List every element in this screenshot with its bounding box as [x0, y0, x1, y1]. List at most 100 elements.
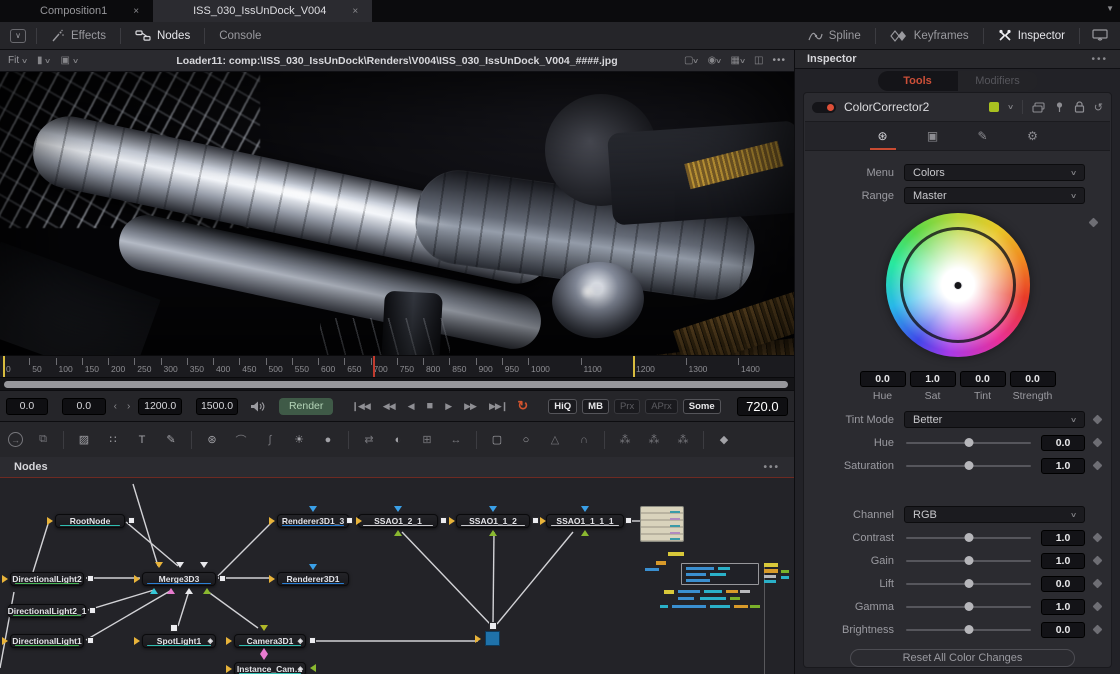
graph-node-small[interactable] [485, 631, 500, 646]
port-square[interactable] [625, 517, 632, 524]
keyframe-diamond[interactable] [1092, 532, 1103, 543]
gamma-value[interactable]: 1.0 [1041, 598, 1085, 615]
keyframe-diamond[interactable] [1088, 217, 1099, 228]
port-right-triangle[interactable] [134, 637, 140, 645]
port-right-triangle[interactable] [47, 517, 53, 525]
spline-button[interactable]: Spline [794, 22, 875, 49]
hue-value[interactable]: 0.0 [859, 371, 906, 387]
graph-node-rootnode[interactable]: RootNode [55, 514, 125, 528]
channel-dropdown[interactable]: ▮ ∨ [37, 55, 51, 66]
port-square[interactable] [532, 517, 539, 524]
graph-node-ssao1-1-1-1[interactable]: SSAO1_1_1_1 [546, 514, 624, 528]
current-frame-field[interactable]: 720.0 [736, 396, 789, 416]
viewer-menu-dots[interactable]: ••• [772, 55, 786, 66]
keyframe-diamond[interactable] [1092, 437, 1103, 448]
dissolve-icon[interactable]: ◐ [389, 432, 407, 448]
port-output-square[interactable] [89, 607, 96, 614]
step-forward-icon[interactable]: › [125, 401, 132, 412]
port-up-triangle[interactable] [489, 530, 497, 536]
playback-button-4[interactable]: ▶ [445, 401, 452, 412]
port-right-triangle[interactable] [269, 575, 275, 583]
render-button[interactable]: Render [278, 397, 334, 415]
graph-node-directionallight2-1[interactable]: DirectionalLight2_1 [8, 604, 86, 618]
quality-aprx-button[interactable]: APrx [645, 398, 678, 414]
playback-button-1[interactable]: ◀◀ [383, 401, 396, 412]
chevron-down-icon[interactable]: ∨ [1007, 103, 1014, 111]
text-icon[interactable]: T [133, 432, 151, 448]
tab-modifiers[interactable]: Modifiers [957, 70, 1038, 91]
port-output-square[interactable] [309, 637, 316, 644]
subtab-color-icon[interactable]: ⊛ [869, 129, 896, 150]
playback-button-6[interactable]: ▶▶❙ [489, 401, 508, 412]
graph-node-camera3d1[interactable]: Camera3D1 ◈ [234, 634, 306, 648]
port-square[interactable] [346, 517, 353, 524]
graph-node-renderer3d1[interactable]: Renderer3D1 [277, 572, 349, 586]
rectangle-mask-icon[interactable]: ▢ [488, 432, 506, 448]
keyframe-diamond[interactable] [1092, 555, 1103, 566]
port-down-triangle[interactable] [309, 564, 317, 570]
graph-node-ssao1-2-1[interactable]: SSAO1_2_1 [358, 514, 438, 528]
gain-value[interactable]: 1.0 [1041, 552, 1085, 569]
port-output-square[interactable] [128, 517, 135, 524]
brightness-contrast-icon[interactable]: ☀ [290, 432, 308, 448]
hue-value[interactable]: 0.0 [1041, 434, 1085, 451]
brightness-value[interactable]: 0.0 [1041, 621, 1085, 638]
inspector-button[interactable]: Inspector [984, 22, 1079, 49]
subtab-options-icon[interactable]: ✎ [970, 129, 996, 143]
port-right-triangle[interactable] [2, 575, 8, 583]
blur-icon[interactable]: ● [319, 432, 337, 448]
render-end-field[interactable]: 1200.0 [138, 397, 183, 415]
keyframes-button[interactable]: Keyframes [876, 22, 983, 49]
effects-button[interactable]: Effects [37, 22, 120, 49]
render-end-marker[interactable] [633, 356, 635, 377]
playback-button-0[interactable]: ❙◀◀ [351, 401, 370, 412]
saturation-value[interactable]: 1.0 [1041, 457, 1085, 474]
hue-slider[interactable] [904, 434, 1033, 451]
audio-icon[interactable] [250, 400, 265, 413]
prender-icon[interactable]: ⁂ [674, 432, 692, 448]
pin-icon[interactable] [1054, 101, 1065, 113]
port-down-triangle[interactable] [309, 506, 317, 512]
menu-dropdown[interactable]: Colors ∨ [904, 164, 1085, 181]
node-color-swatch[interactable] [988, 102, 999, 112]
contrast-slider[interactable] [904, 529, 1033, 546]
playback-button-2[interactable]: ◀ [408, 401, 415, 412]
timeline-scrollbar[interactable] [0, 377, 794, 390]
pmerge-icon[interactable]: ⁂ [645, 432, 663, 448]
port-down-triangle[interactable] [155, 562, 163, 568]
viewer-image[interactable] [0, 72, 794, 355]
inspector-menu-dots[interactable]: ••• [1091, 54, 1108, 65]
graph-node-directionallight2[interactable]: DirectionalLight2 [10, 572, 84, 586]
graph-node-ssao1-1-2[interactable]: SSAO1_1_2 [456, 514, 530, 528]
port-up-triangle[interactable] [185, 588, 193, 594]
transform-icon[interactable]: ↔ [447, 432, 465, 448]
keyframe-diamond[interactable] [1092, 414, 1103, 425]
timeline-ruler[interactable]: 0 50 100 150 200 250 300 350 400 450 500 550 600 650 7… [0, 355, 794, 377]
port-output-square[interactable] [87, 575, 94, 582]
fit-dropdown[interactable]: Fit ∨ [8, 55, 28, 66]
port-right-triangle[interactable] [226, 637, 232, 645]
quality-mb-button[interactable]: MB [582, 398, 609, 414]
color-dropdown[interactable]: ▣ ∨ [60, 55, 78, 66]
lut-dropdown[interactable]: ◉∨ [708, 55, 723, 66]
float-panel-button[interactable] [1080, 22, 1120, 49]
port-right-triangle[interactable] [449, 517, 455, 525]
quality-prx-button[interactable]: Prx [613, 398, 641, 414]
versions-icon[interactable] [1032, 101, 1045, 113]
background-icon[interactable]: ▨ [75, 432, 93, 448]
reset-icon[interactable]: ↺ [1094, 101, 1103, 114]
port-right-triangle[interactable] [134, 575, 140, 583]
subtab-settings-icon[interactable]: ⚙ [1020, 129, 1046, 143]
port-down-triangle[interactable] [260, 625, 268, 631]
keyframe-diamond[interactable] [1092, 601, 1103, 612]
console-button[interactable]: Console [205, 22, 275, 49]
ellipse-mask-icon[interactable]: ○ [517, 432, 535, 448]
saturation-slider[interactable] [904, 457, 1033, 474]
port-down-triangle[interactable] [489, 506, 497, 512]
playhead[interactable] [373, 356, 376, 377]
reset-all-color-changes-button[interactable]: Reset All Color Changes [850, 649, 1075, 667]
gain-slider[interactable] [904, 552, 1033, 569]
global-start-field[interactable]: 0.0 [6, 397, 48, 415]
port-down-triangle[interactable] [176, 562, 184, 568]
keyframe-diamond[interactable] [1092, 624, 1103, 635]
